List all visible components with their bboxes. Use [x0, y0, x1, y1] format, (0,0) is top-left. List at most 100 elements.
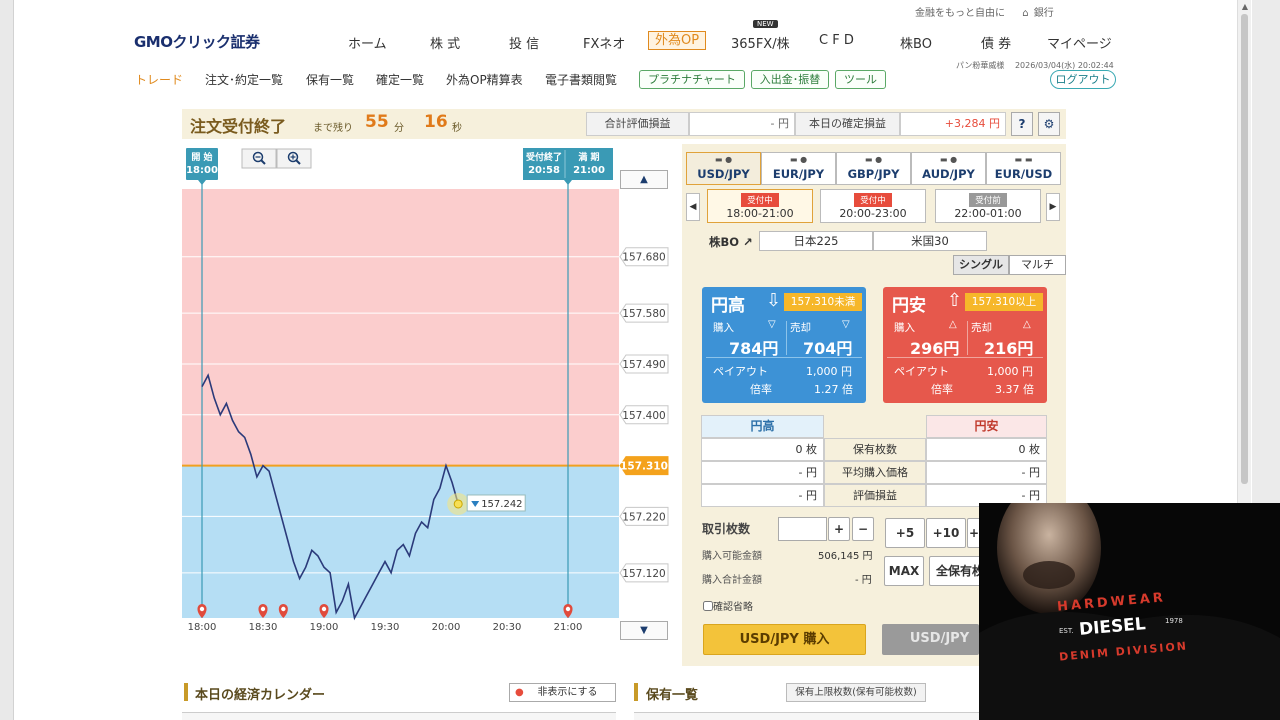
platinum-chart-button[interactable]: プラチナチャート: [639, 70, 745, 89]
close-expiry-pointer: [564, 180, 572, 185]
sell-price[interactable]: 216円: [984, 335, 1033, 359]
help-button[interactable]: ?: [1011, 112, 1033, 136]
avg-price-high: - 円: [701, 461, 824, 484]
chevron-up-icon: △: [1023, 319, 1031, 330]
nav-365fx[interactable]: 365FX/株: [731, 33, 790, 52]
qty-input[interactable]: [778, 517, 827, 541]
subnav-trade[interactable]: トレード: [135, 71, 183, 88]
pair-audjpy[interactable]: ▬ ● AUD/JPY: [911, 152, 986, 185]
pair-gbpjpy[interactable]: ▬ ● GBP/JPY: [836, 152, 911, 185]
qty-label: 取引枚数: [702, 522, 751, 536]
flag-icon: ▬ ▬: [1014, 155, 1033, 164]
buy-label: 購入: [894, 322, 915, 334]
flag-icon: ▬ ●: [864, 155, 883, 164]
start-badge-text: 開 始: [191, 151, 212, 163]
qty-minus-button[interactable]: −: [852, 517, 874, 541]
nav-fxop[interactable]: 外為OP: [648, 31, 707, 50]
event-pin-dot: [565, 606, 571, 612]
mode-single[interactable]: シングル: [953, 255, 1009, 275]
nav-fxneo[interactable]: FXネオ: [583, 33, 625, 52]
yen-high-card[interactable]: 円高 ⇩ 157.310未満 購入 ▽ 売却 ▽ 784円 704円 ペイアウト…: [702, 287, 866, 403]
pair-label: EUR/JPY: [772, 167, 825, 181]
slot-next-button[interactable]: ▶: [1046, 193, 1060, 221]
stock-bo-link[interactable]: 株BO ↗: [709, 234, 753, 250]
x-tick-label: 19:30: [371, 622, 400, 633]
mode-multi[interactable]: マルチ: [1009, 255, 1066, 275]
settings-gear-icon[interactable]: ⚙: [1038, 112, 1060, 136]
chevron-down-icon: ▽: [768, 319, 776, 330]
tools-button[interactable]: ツール: [835, 70, 886, 89]
scrollbar-thumb[interactable]: [1241, 14, 1248, 484]
chart-scroll-down-button[interactable]: ▼: [620, 621, 668, 640]
market-nikkei[interactable]: 日本225: [759, 231, 873, 251]
deposit-transfer-button[interactable]: 入出金･振替: [751, 70, 829, 89]
arrow-down-icon: ⇩: [766, 290, 782, 311]
market-us30[interactable]: 米国30: [873, 231, 987, 251]
gmo-logo[interactable]: GMOクリック証券: [134, 31, 260, 52]
nav-bond[interactable]: 債 券: [981, 33, 1011, 52]
hide-calendar-button[interactable]: ● 非表示にする: [509, 683, 616, 702]
top-links: 金融をもっと自由に ⌂ 銀行: [915, 4, 1068, 19]
slot-prev-button[interactable]: ◀: [686, 193, 700, 221]
buy-button[interactable]: USD/JPY 購入: [703, 624, 866, 655]
user-name: パン粉華威様: [956, 61, 1005, 70]
section-bar: [184, 683, 188, 701]
slot-22-01[interactable]: 受付前 22:00-01:00: [935, 189, 1041, 223]
event-pin-dot: [321, 606, 327, 612]
payout-value: 1,000 円: [806, 365, 852, 378]
eval-pl-row-label: 評価損益: [824, 484, 926, 507]
confirm-skip[interactable]: 確認省略: [703, 598, 753, 613]
nav-stock[interactable]: 株 式: [430, 33, 460, 52]
buy-price[interactable]: 784円: [729, 335, 778, 359]
holdings-table-header: [634, 712, 979, 720]
scroll-up-arrow-icon[interactable]: ▲: [1240, 2, 1250, 12]
section-bar: [634, 683, 638, 701]
qty-plus5-button[interactable]: +5: [885, 518, 925, 548]
zoom-out-icon[interactable]: [241, 148, 277, 169]
sell-price[interactable]: 704円: [803, 335, 852, 359]
zoom-in-icon[interactable]: [276, 148, 312, 169]
external-arrow-icon: ↗: [743, 235, 753, 249]
buy-price[interactable]: 296円: [910, 335, 959, 359]
pair-eurusd[interactable]: ▬ ▬ EUR/USD: [986, 152, 1061, 185]
pair-eurjpy[interactable]: ▬ ● EUR/JPY: [761, 152, 836, 185]
chart-scroll-up-button[interactable]: ▲: [620, 170, 668, 189]
qty-plus-button[interactable]: +: [828, 517, 850, 541]
subnav-settlement[interactable]: 外為OP精算表: [446, 71, 523, 88]
slot-18-21[interactable]: 受付中 18:00-21:00: [707, 189, 813, 223]
event-pin-dot: [199, 606, 205, 612]
qty-plus10-button[interactable]: +10: [926, 518, 966, 548]
y-tick-label: 157.490: [622, 359, 665, 371]
order-status-title: 注文受付終了: [190, 117, 287, 136]
hide-label: 非表示にする: [537, 687, 598, 698]
confirm-skip-checkbox[interactable]: [703, 601, 713, 611]
webcam-overlay: HARDWEAR EST. DIESEL 1978 DENIM DIVISION: [979, 503, 1280, 720]
subnav-settled[interactable]: 確定一覧: [376, 71, 424, 88]
event-pin-dot: [281, 606, 286, 612]
tagline-link[interactable]: 金融をもっと自由に: [915, 8, 1005, 19]
nav-fund[interactable]: 投 信: [509, 33, 539, 52]
all-hold-button[interactable]: 全保有枚: [929, 556, 981, 586]
avg-price-low: - 円: [926, 461, 1047, 484]
close-expiry-text: 21:00: [573, 165, 605, 176]
logout-button[interactable]: ログアウト: [1050, 70, 1116, 89]
new-badge: NEW: [753, 20, 778, 28]
bank-link[interactable]: 銀行: [1034, 8, 1054, 19]
yen-low-card[interactable]: 円安 ⇧ 157.310以上 購入 △ 売却 △ 296円 216円 ペイアウト…: [883, 287, 1047, 403]
subnav-orders[interactable]: 注文･約定一覧: [205, 71, 283, 88]
holding-limit-label: 保有上限枚数(保有可能枚数): [786, 683, 926, 702]
nav-stockbo[interactable]: 株BO: [900, 33, 932, 52]
close-expiry-text: 受付終了: [526, 151, 562, 163]
nav-cfd[interactable]: C F D: [819, 33, 854, 48]
subnav-documents[interactable]: 電子書類閲覧: [545, 71, 617, 88]
nav-mypage[interactable]: マイページ: [1047, 33, 1112, 52]
slot-20-23[interactable]: 受付中 20:00-23:00: [820, 189, 926, 223]
page-scrollbar[interactable]: ▲: [1237, 0, 1251, 505]
max-button[interactable]: MAX: [884, 556, 924, 586]
buy-button-disabled[interactable]: USD/JPY: [882, 624, 979, 655]
pair-usdjpy[interactable]: ▬ ● USD/JPY: [686, 152, 761, 185]
nav-home[interactable]: ホーム: [348, 33, 387, 52]
x-tick-label: 21:00: [554, 622, 583, 633]
subnav-holdings[interactable]: 保有一覧: [306, 71, 354, 88]
y-tick-label-group: 157.400: [619, 405, 669, 425]
